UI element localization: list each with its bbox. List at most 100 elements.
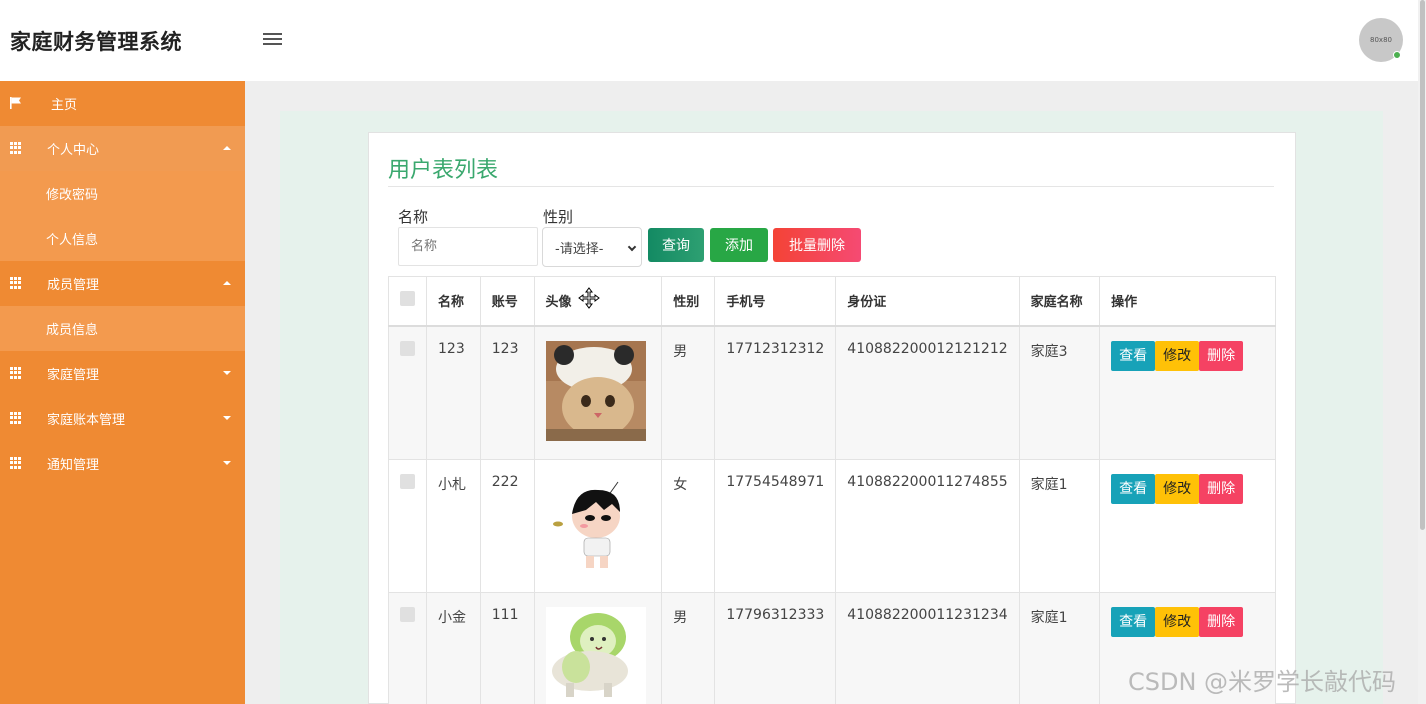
cell-phone: 17796312333 (714, 591, 837, 704)
column-header-gender[interactable]: 性别 (661, 276, 716, 327)
cell-avatar (533, 325, 663, 460)
sidebar-item-label: 个人中心 (47, 143, 100, 158)
cell-family: 家庭3 (1018, 325, 1101, 460)
view-button[interactable]: 查看 (1111, 606, 1156, 637)
view-button[interactable]: 查看 (1111, 340, 1156, 371)
sidebar-subitem-change-password[interactable]: 修改密码 (0, 171, 245, 216)
cell-id-card: 410882200012121212 (835, 325, 1020, 460)
grid-icon (10, 367, 22, 379)
table-header-row: 名称 账号 头像 性别 手机号 身份证 家庭名称 操作 (388, 276, 1276, 327)
cartoon-boy-avatar[interactable] (545, 473, 646, 574)
sidebar-item-family-ledger[interactable]: 家庭账本管理 (0, 396, 245, 441)
sidebar-item-personal-center[interactable]: 个人中心 (0, 126, 245, 171)
move-cursor-icon (578, 287, 600, 309)
gender-filter-label: 性别 (543, 208, 574, 226)
column-header-id-card[interactable]: 身份证 (835, 276, 1020, 327)
cell-id-card: 410882200011274855 (835, 458, 1020, 593)
select-all-cell (388, 276, 427, 327)
delete-button[interactable]: 删除 (1199, 340, 1244, 371)
cell-family: 家庭1 (1018, 591, 1101, 704)
cell-account: 111 (479, 591, 535, 704)
sidebar-subitem-personal-info[interactable]: 个人信息 (0, 216, 245, 261)
row-checkbox[interactable] (400, 473, 415, 489)
cell-gender: 女 (661, 458, 716, 593)
batch-delete-button[interactable]: 批量删除 (773, 228, 861, 262)
cell-name: 小金 (426, 591, 481, 704)
edit-button[interactable]: 修改 (1155, 473, 1200, 504)
name-filter-input[interactable] (398, 227, 538, 266)
grid-icon (10, 277, 22, 289)
sidebar-item-label: 家庭管理 (47, 368, 100, 383)
cabbage-dog-avatar[interactable] (545, 606, 646, 704)
caret-down-icon (223, 416, 231, 420)
sidebar: 主页 个人中心 修改密码 个人信息 成员管理 成员信息 家庭管理 家庭账本管理 … (0, 81, 245, 704)
cell-actions: 查看 修改 删除 (1099, 325, 1276, 460)
cell-id-card: 410882200011231234 (835, 591, 1020, 704)
app-title: 家庭财务管理系统 (10, 30, 182, 54)
sidebar-item-notifications[interactable]: 通知管理 (0, 441, 245, 486)
watermark: CSDN @米罗学长敲代码 (1128, 668, 1397, 696)
page-title: 用户表列表 (388, 158, 499, 183)
top-header: 家庭财务管理系统 80x80 (0, 0, 1418, 81)
column-header-actions: 操作 (1099, 276, 1276, 327)
caret-up-icon (223, 281, 231, 285)
sidebar-item-home[interactable]: 主页 (0, 81, 245, 126)
sidebar-item-label: 成员信息 (46, 323, 99, 338)
name-filter-label: 名称 (398, 208, 429, 226)
cell-phone: 17754548971 (714, 458, 837, 593)
grid-icon (10, 457, 22, 469)
sidebar-item-member-management[interactable]: 成员管理 (0, 261, 245, 306)
cell-avatar (533, 591, 663, 704)
avatar-placeholder-text: 80x80 (1370, 36, 1392, 44)
caret-up-icon (223, 146, 231, 150)
sidebar-item-label: 通知管理 (47, 458, 100, 473)
gender-select[interactable]: -请选择- (542, 227, 642, 267)
query-button[interactable]: 查询 (648, 228, 704, 262)
cell-account: 222 (479, 458, 535, 593)
delete-button[interactable]: 删除 (1199, 606, 1244, 637)
column-header-family[interactable]: 家庭名称 (1018, 276, 1101, 327)
sidebar-item-label: 修改密码 (46, 188, 99, 203)
sidebar-item-label: 个人信息 (46, 233, 99, 248)
column-header-account[interactable]: 账号 (479, 276, 535, 327)
cell-name: 小札 (426, 458, 481, 593)
user-table: 名称 账号 头像 性别 手机号 身份证 家庭名称 操作 123 123 男 17… (388, 276, 1276, 704)
cell-avatar (533, 458, 663, 593)
column-header-phone[interactable]: 手机号 (714, 276, 837, 327)
add-button[interactable]: 添加 (710, 228, 768, 262)
row-checkbox[interactable] (400, 606, 415, 622)
grid-icon (10, 142, 22, 154)
cell-family: 家庭1 (1018, 458, 1101, 593)
menu-toggle-icon[interactable] (262, 30, 284, 48)
grid-icon (10, 412, 22, 424)
table-row: 123 123 男 17712312312 410882200012121212… (388, 325, 1276, 460)
cell-account: 123 (479, 325, 535, 460)
sidebar-subitem-member-info[interactable]: 成员信息 (0, 306, 245, 351)
cell-gender: 男 (661, 591, 716, 704)
cell-name: 123 (426, 325, 481, 460)
edit-button[interactable]: 修改 (1155, 340, 1200, 371)
flag-icon (10, 97, 21, 109)
delete-button[interactable]: 删除 (1199, 473, 1244, 504)
view-button[interactable]: 查看 (1111, 473, 1156, 504)
cell-phone: 17712312312 (714, 325, 837, 460)
caret-down-icon (223, 371, 231, 375)
scrollbar-thumb[interactable] (1420, 0, 1425, 530)
sidebar-item-label: 主页 (51, 98, 78, 113)
gender-selected-value: -请选择- (555, 241, 604, 257)
cell-gender: 男 (661, 325, 716, 460)
cat-photo-avatar[interactable] (545, 340, 646, 441)
cell-actions: 查看 修改 删除 (1099, 458, 1276, 593)
caret-down-icon (223, 461, 231, 465)
row-checkbox[interactable] (400, 340, 415, 356)
column-header-name[interactable]: 名称 (426, 276, 481, 327)
sidebar-item-family-management[interactable]: 家庭管理 (0, 351, 245, 396)
sidebar-item-label: 成员管理 (47, 278, 100, 293)
online-status-dot (1393, 51, 1401, 59)
sidebar-item-label: 家庭账本管理 (47, 413, 126, 428)
table-row: 小札 222 女 17754548971 410882200011274855 … (388, 458, 1276, 593)
edit-button[interactable]: 修改 (1155, 606, 1200, 637)
chevron-down-icon (627, 242, 637, 252)
title-divider (388, 186, 1274, 187)
select-all-checkbox[interactable] (400, 291, 415, 307)
